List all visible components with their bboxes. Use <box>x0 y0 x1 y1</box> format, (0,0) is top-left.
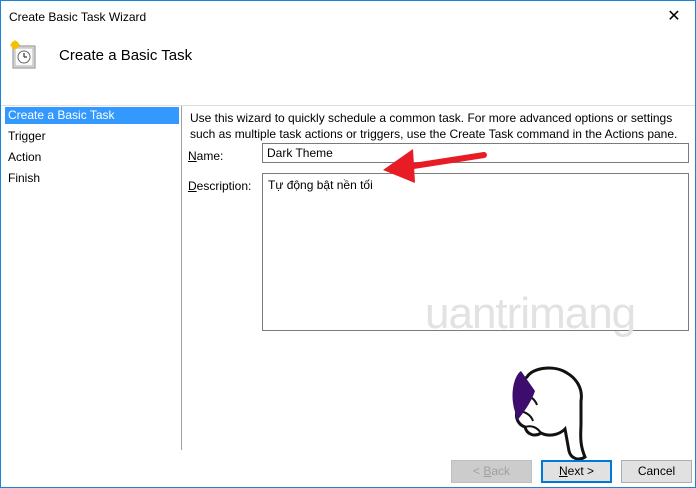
nav-divider <box>181 106 182 450</box>
step-action[interactable]: Action <box>5 149 179 166</box>
red-arrow-annotation <box>383 149 487 183</box>
step-trigger[interactable]: Trigger <box>5 128 179 145</box>
wizard-header: Create a Basic Task <box>1 32 695 106</box>
watermark-logo: uantrimang <box>425 289 636 338</box>
step-create-basic-task[interactable]: Create a Basic Task <box>5 107 179 124</box>
pointing-hand-icon <box>512 366 587 461</box>
task-scheduler-clock-icon <box>9 40 41 70</box>
intro-text: Use this wizard to quickly schedule a co… <box>190 111 678 141</box>
back-button: < Back <box>451 460 532 483</box>
close-button[interactable]: ✕ <box>659 2 689 30</box>
name-label: Name: <box>188 149 224 163</box>
header-title: Create a Basic Task <box>59 47 193 64</box>
wizard-step-list: Create a Basic Task Trigger Action Finis… <box>1 107 179 447</box>
step-finish[interactable]: Finish <box>5 170 179 187</box>
description-label: Description: <box>188 179 252 193</box>
cancel-button[interactable]: Cancel <box>621 460 692 483</box>
wizard-window: Create Basic Task Wizard ✕ Create a Basi… <box>0 0 696 488</box>
window-title: Create Basic Task Wizard <box>9 10 147 24</box>
next-button[interactable]: Next > <box>541 460 612 483</box>
title-bar: Create Basic Task Wizard ✕ <box>1 1 695 32</box>
